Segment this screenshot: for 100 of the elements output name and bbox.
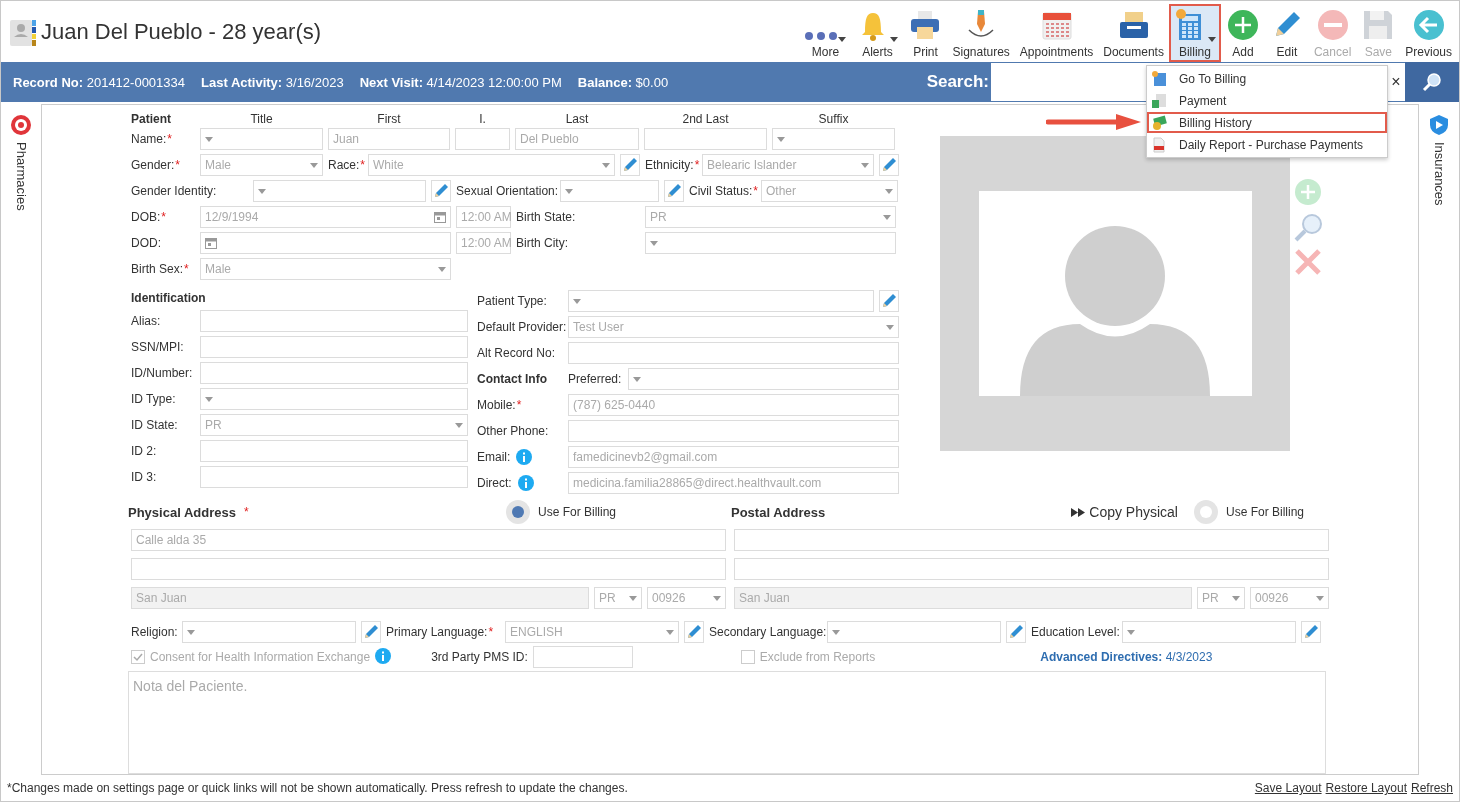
- text-field[interactable]: [532, 646, 633, 668]
- column-heading: Title: [249, 112, 274, 126]
- time-field[interactable]: 12:00 AM: [456, 206, 511, 228]
- edit-button[interactable]: [431, 180, 451, 202]
- text-field[interactable]: [200, 362, 468, 384]
- dropdown-field[interactable]: White: [368, 154, 615, 176]
- date-field[interactable]: 12/9/1994: [200, 206, 451, 228]
- date-field[interactable]: [200, 232, 451, 254]
- copy-button[interactable]: Copy Physical: [1071, 504, 1178, 520]
- search-button[interactable]: [1405, 62, 1459, 102]
- info-icon[interactable]: [517, 475, 534, 491]
- edit-button[interactable]: [1301, 621, 1321, 643]
- info-icon[interactable]: [375, 647, 392, 664]
- toolbar-button[interactable]: Print: [903, 3, 948, 62]
- text-field[interactable]: [200, 440, 468, 462]
- dropdown-field[interactable]: [200, 128, 323, 150]
- side-tab[interactable]: Pharmacies: [13, 142, 29, 211]
- dropdown-field[interactable]: Test User: [568, 316, 899, 338]
- dropdown-field[interactable]: [200, 388, 468, 410]
- text-field[interactable]: [200, 336, 468, 358]
- dropdown-field[interactable]: [568, 290, 874, 312]
- calendar-icon[interactable]: [205, 237, 217, 249]
- text-field[interactable]: [455, 128, 510, 150]
- pencil-icon: [881, 293, 897, 309]
- radio-option[interactable]: Use For Billing: [505, 500, 616, 524]
- edit-button[interactable]: [1006, 621, 1026, 643]
- toolbar-button[interactable]: More: [799, 3, 852, 62]
- side-tab[interactable]: Insurances: [1431, 142, 1447, 206]
- dropdown-field[interactable]: [628, 368, 899, 390]
- dropdown-field[interactable]: Other: [761, 180, 898, 202]
- add-photo-icon[interactable]: [1294, 178, 1322, 206]
- dropdown-field[interactable]: [827, 621, 1001, 643]
- dropdown-field[interactable]: [772, 128, 895, 150]
- toolbar-button[interactable]: Previous: [1400, 3, 1457, 62]
- text-field[interactable]: [200, 466, 468, 488]
- text-field[interactable]: [644, 128, 767, 150]
- dropdown-field[interactable]: Male: [200, 154, 323, 176]
- footer-link[interactable]: Refresh: [1410, 781, 1453, 795]
- edit-button[interactable]: [684, 621, 704, 643]
- info-icon[interactable]: [516, 449, 533, 465]
- advanced-directives-link[interactable]: Advanced Directives: 4/3/2023: [1040, 650, 1213, 664]
- edit-button[interactable]: [664, 180, 684, 202]
- calendar-icon[interactable]: [434, 211, 446, 223]
- checkbox-option[interactable]: Consent for Health Information Exchange: [131, 650, 371, 664]
- footer-link[interactable]: Save Layout: [1254, 781, 1322, 795]
- dropdown-field[interactable]: PR: [200, 414, 468, 436]
- dropdown-field[interactable]: PR: [594, 587, 642, 609]
- dropdown-field[interactable]: 00926: [1250, 587, 1329, 609]
- dropdown-field[interactable]: ENGLISH: [505, 621, 679, 643]
- text-field[interactable]: [568, 420, 899, 442]
- text-field[interactable]: [568, 342, 899, 364]
- text-field[interactable]: San Juan: [131, 587, 589, 609]
- dropdown-field[interactable]: Belearic Islander: [702, 154, 874, 176]
- footer-link[interactable]: Restore Layout: [1325, 781, 1407, 795]
- pencil-icon: [1303, 624, 1319, 640]
- dropdown-field[interactable]: [253, 180, 426, 202]
- dropdown-field[interactable]: Male: [200, 258, 451, 280]
- toolbar-button[interactable]: Edit: [1264, 3, 1309, 62]
- menu-item[interactable]: Payment: [1147, 90, 1387, 111]
- menu-item[interactable]: Billing History: [1147, 112, 1387, 133]
- text-field[interactable]: [131, 558, 726, 580]
- dropdown-field[interactable]: PR: [645, 206, 896, 228]
- checkbox-option[interactable]: Exclude from Reports: [740, 650, 876, 664]
- text-field[interactable]: medicina.familia28865@direct.healthvault.com: [568, 472, 899, 494]
- dropdown-field[interactable]: [560, 180, 659, 202]
- edit-button[interactable]: [361, 621, 381, 643]
- menu-item[interactable]: Go To Billing: [1147, 68, 1387, 89]
- dropdown-field[interactable]: [1122, 621, 1296, 643]
- dropdown-field[interactable]: 00926: [647, 587, 726, 609]
- notes-field[interactable]: Nota del Paciente.: [128, 671, 1326, 774]
- delete-icon[interactable]: [1294, 248, 1322, 276]
- toolbar-button[interactable]: Add: [1220, 3, 1265, 62]
- edit-button[interactable]: [620, 154, 640, 176]
- dropdown-field[interactable]: [645, 232, 896, 254]
- toolbar-button[interactable]: Appointments: [1014, 3, 1099, 62]
- edit-button[interactable]: [879, 290, 899, 312]
- zoom-icon[interactable]: [1294, 212, 1324, 242]
- text-field[interactable]: Calle alda 35: [131, 529, 726, 551]
- dots-icon: [804, 29, 839, 42]
- time-field[interactable]: 12:00 AM: [456, 232, 511, 254]
- caret-icon: [666, 629, 674, 635]
- text-field[interactable]: [200, 310, 468, 332]
- text-field[interactable]: San Juan: [734, 587, 1192, 609]
- toolbar-button[interactable]: Documents: [1098, 3, 1169, 62]
- text-field[interactable]: Del Pueblo: [515, 128, 639, 150]
- text-field[interactable]: [734, 529, 1329, 551]
- section-heading: Physical Address: [128, 504, 236, 520]
- text-field[interactable]: [734, 558, 1329, 580]
- text-field[interactable]: Juan: [328, 128, 450, 150]
- menu-item[interactable]: Daily Report - Purchase Payments: [1147, 134, 1387, 155]
- edit-button[interactable]: [879, 154, 899, 176]
- toolbar-button[interactable]: Signatures: [947, 3, 1015, 62]
- text-field[interactable]: famedicinevb2@gmail.com: [568, 446, 899, 468]
- text-field[interactable]: (787) 625-0440: [568, 394, 899, 416]
- toolbar-button[interactable]: Alerts: [851, 3, 904, 62]
- toolbar-button[interactable]: Billing: [1168, 3, 1221, 62]
- radio-option[interactable]: Use For Billing: [1193, 500, 1304, 524]
- dropdown-field[interactable]: PR: [1197, 587, 1245, 609]
- field-label: Direct:: [477, 476, 512, 490]
- dropdown-field[interactable]: [182, 621, 356, 643]
